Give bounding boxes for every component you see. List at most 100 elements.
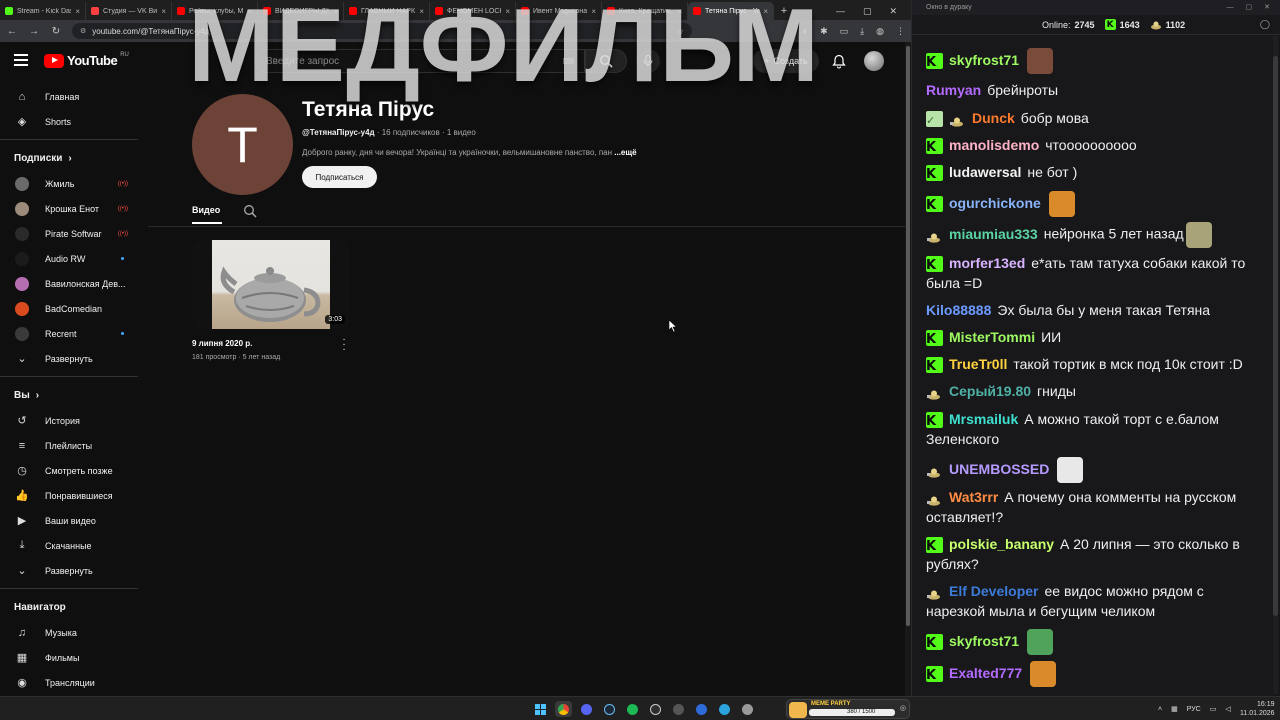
search-button[interactable] (585, 49, 627, 73)
tab-close-icon[interactable]: × (75, 7, 80, 16)
tab-close-icon[interactable]: × (763, 7, 768, 16)
minimize-icon[interactable]: — (836, 2, 845, 20)
subscription-item[interactable]: Крошка Енот Play ((•)) (0, 196, 148, 221)
minimize-icon[interactable]: — (1227, 0, 1234, 15)
sidebar-item[interactable]: ◉ Трансляции (0, 670, 148, 695)
browser-tab[interactable]: ВИДЕОИГРЫ ДЖ × (258, 2, 344, 20)
browser-tab[interactable]: Stream - Kick Dash × (0, 2, 86, 20)
chat-username[interactable]: Wat3rrr (949, 489, 998, 505)
profile-icon[interactable]: ◍ (876, 26, 884, 37)
you-header[interactable]: Вы › (0, 382, 148, 408)
chat-username[interactable]: Kilo88888 (926, 302, 991, 318)
voice-search-button[interactable] (636, 49, 660, 73)
subscription-item[interactable]: Recrent (0, 321, 148, 346)
chat-username[interactable]: skyfrost71 (949, 633, 1019, 649)
channel-description[interactable]: Доброго ранку, дня чи вечора! Українці т… (302, 148, 682, 157)
chrome-icon[interactable] (555, 701, 572, 717)
subscription-item[interactable]: BadComedian (0, 296, 148, 321)
notifications-button[interactable] (830, 52, 848, 70)
browser-tab[interactable]: ГЛАВНЫЙ НАРКО × (344, 2, 430, 20)
hamburger-menu-icon[interactable] (14, 54, 28, 66)
sidebar-item[interactable]: ▶ Ваши видео (0, 508, 148, 533)
chat-username[interactable]: skyfrost71 (949, 52, 1019, 68)
obs-icon[interactable] (647, 701, 664, 717)
tab-close-icon[interactable]: × (333, 7, 338, 16)
close-icon[interactable]: ✕ (1264, 0, 1270, 15)
chat-settings-icon[interactable]: ◯ (1260, 19, 1270, 30)
expand-you[interactable]: ⌄ Развернуть (0, 558, 148, 583)
browser-tab[interactable]: ФЕНОМЕН LOCKE × (430, 2, 516, 20)
video-thumbnail[interactable]: 3:03 (192, 240, 350, 329)
scrollbar-thumb[interactable] (906, 46, 910, 626)
sidebar-item[interactable]: 👍 Понравившиеся (0, 483, 148, 508)
account-avatar[interactable] (864, 51, 884, 71)
chat-username[interactable]: UNEMBOSSED (949, 461, 1049, 477)
chat-username[interactable]: Elf Developer (949, 583, 1038, 599)
url-field[interactable]: ⚙ youtube.com/@ТетянаПірус-у4д ☆ (72, 23, 692, 39)
telegram-icon[interactable] (716, 701, 733, 717)
back-icon[interactable]: ← (6, 26, 18, 37)
sidebar-item[interactable]: ◷ Смотреть позже (0, 458, 148, 483)
extensions-puzzle-icon[interactable]: ✱ (820, 26, 828, 37)
steam-icon[interactable] (601, 701, 618, 717)
meme-party-widget[interactable]: MEME PARTY 380 / 1500 ◎ (786, 699, 910, 719)
language-indicator[interactable]: РУС (1187, 706, 1201, 713)
browser-menu-icon[interactable]: ⋮ (896, 26, 905, 37)
media-player-icon[interactable] (693, 701, 710, 717)
sidebar-item[interactable]: ⤓ Скачанные (0, 533, 148, 558)
video-card[interactable]: 3:03 9 липня 2020 р. 181 просмотр · 5 ле… (192, 240, 350, 361)
browser-tab[interactable]: Киев, Крещатик, ч × (602, 2, 688, 20)
spotify-icon[interactable] (624, 701, 641, 717)
sidebar-item[interactable]: ♫ Музыка (0, 620, 148, 645)
sidebar-item[interactable]: ⌂ Главная (0, 84, 148, 109)
chat-username[interactable]: Dunck (972, 110, 1015, 126)
sidebar-item[interactable]: ◈ Shorts (0, 109, 148, 134)
discord-icon[interactable] (578, 701, 595, 717)
chat-username[interactable]: Mrsmailuk (949, 411, 1018, 427)
tab-close-icon[interactable]: × (591, 7, 596, 16)
volume-icon[interactable]: ◁ (1225, 705, 1230, 713)
tab-videos[interactable]: Видео (192, 205, 220, 215)
keyboard-icon[interactable]: ⌨ (562, 57, 574, 66)
chat-username[interactable]: Rumyan (926, 82, 981, 98)
browser-tab[interactable]: Студия — VK Видео× (86, 2, 172, 20)
browser-tab[interactable]: Рейвы, клубы, Ма × (172, 2, 258, 20)
search-input[interactable]: Введите запрос ⌨ (255, 49, 585, 73)
close-icon[interactable]: ◎ (900, 704, 906, 712)
channel-search-icon[interactable] (243, 204, 257, 218)
maximize-icon[interactable]: ▢ (1246, 0, 1253, 15)
chat-username[interactable]: Серый19.80 (949, 383, 1031, 399)
forward-icon[interactable]: → (28, 26, 40, 37)
download-icon[interactable]: ⤓ (860, 26, 864, 37)
network-icon[interactable]: ▭ (1210, 705, 1217, 713)
create-button[interactable]: + Создать (753, 49, 819, 73)
subscription-item[interactable]: Audio RW (0, 246, 148, 271)
app-icon[interactable] (670, 701, 687, 717)
browser-tab[interactable]: Ивент Мэдисона × (516, 2, 602, 20)
bookmark-star-icon[interactable]: ☆ (677, 27, 684, 36)
tray-chevron-icon[interactable]: ˄ (1158, 706, 1162, 713)
subscription-item[interactable]: Вавилонская Дев... (0, 271, 148, 296)
site-info-icon[interactable]: ⚙ (80, 27, 86, 35)
browser-tab[interactable]: Тетяна Пірус - You × (688, 2, 774, 20)
close-icon[interactable]: ✕ (889, 2, 897, 20)
start-icon[interactable] (532, 701, 549, 717)
sidebar-item[interactable]: ↺ История (0, 408, 148, 433)
video-options-icon[interactable]: · · · (340, 335, 348, 355)
tray-app-icon[interactable]: ▦ (1171, 705, 1178, 713)
extension-icon[interactable]: ◐ (803, 26, 808, 37)
description-more-link[interactable]: ...ещё (614, 148, 636, 157)
chat-scrollbar[interactable] (1273, 36, 1278, 694)
maximize-icon[interactable]: ▢ (863, 2, 872, 20)
sidebar-item[interactable]: ≡ Плейлисты (0, 433, 148, 458)
sidebar-item[interactable]: ▦ Фильмы (0, 645, 148, 670)
tab-close-icon[interactable]: × (505, 7, 510, 16)
chat-username[interactable]: ogurchickone (949, 195, 1041, 211)
chat-username[interactable]: miaumiau333 (949, 226, 1038, 242)
split-view-icon[interactable]: ▭ (840, 26, 849, 37)
video-title[interactable]: 9 липня 2020 р. (192, 339, 252, 348)
reload-icon[interactable]: ↻ (50, 26, 62, 37)
youtube-logo[interactable]: YouTube RU (44, 52, 129, 68)
subscription-item[interactable]: Жмиль ((•)) (0, 171, 148, 196)
chat-username[interactable]: Exalted777 (949, 665, 1022, 681)
